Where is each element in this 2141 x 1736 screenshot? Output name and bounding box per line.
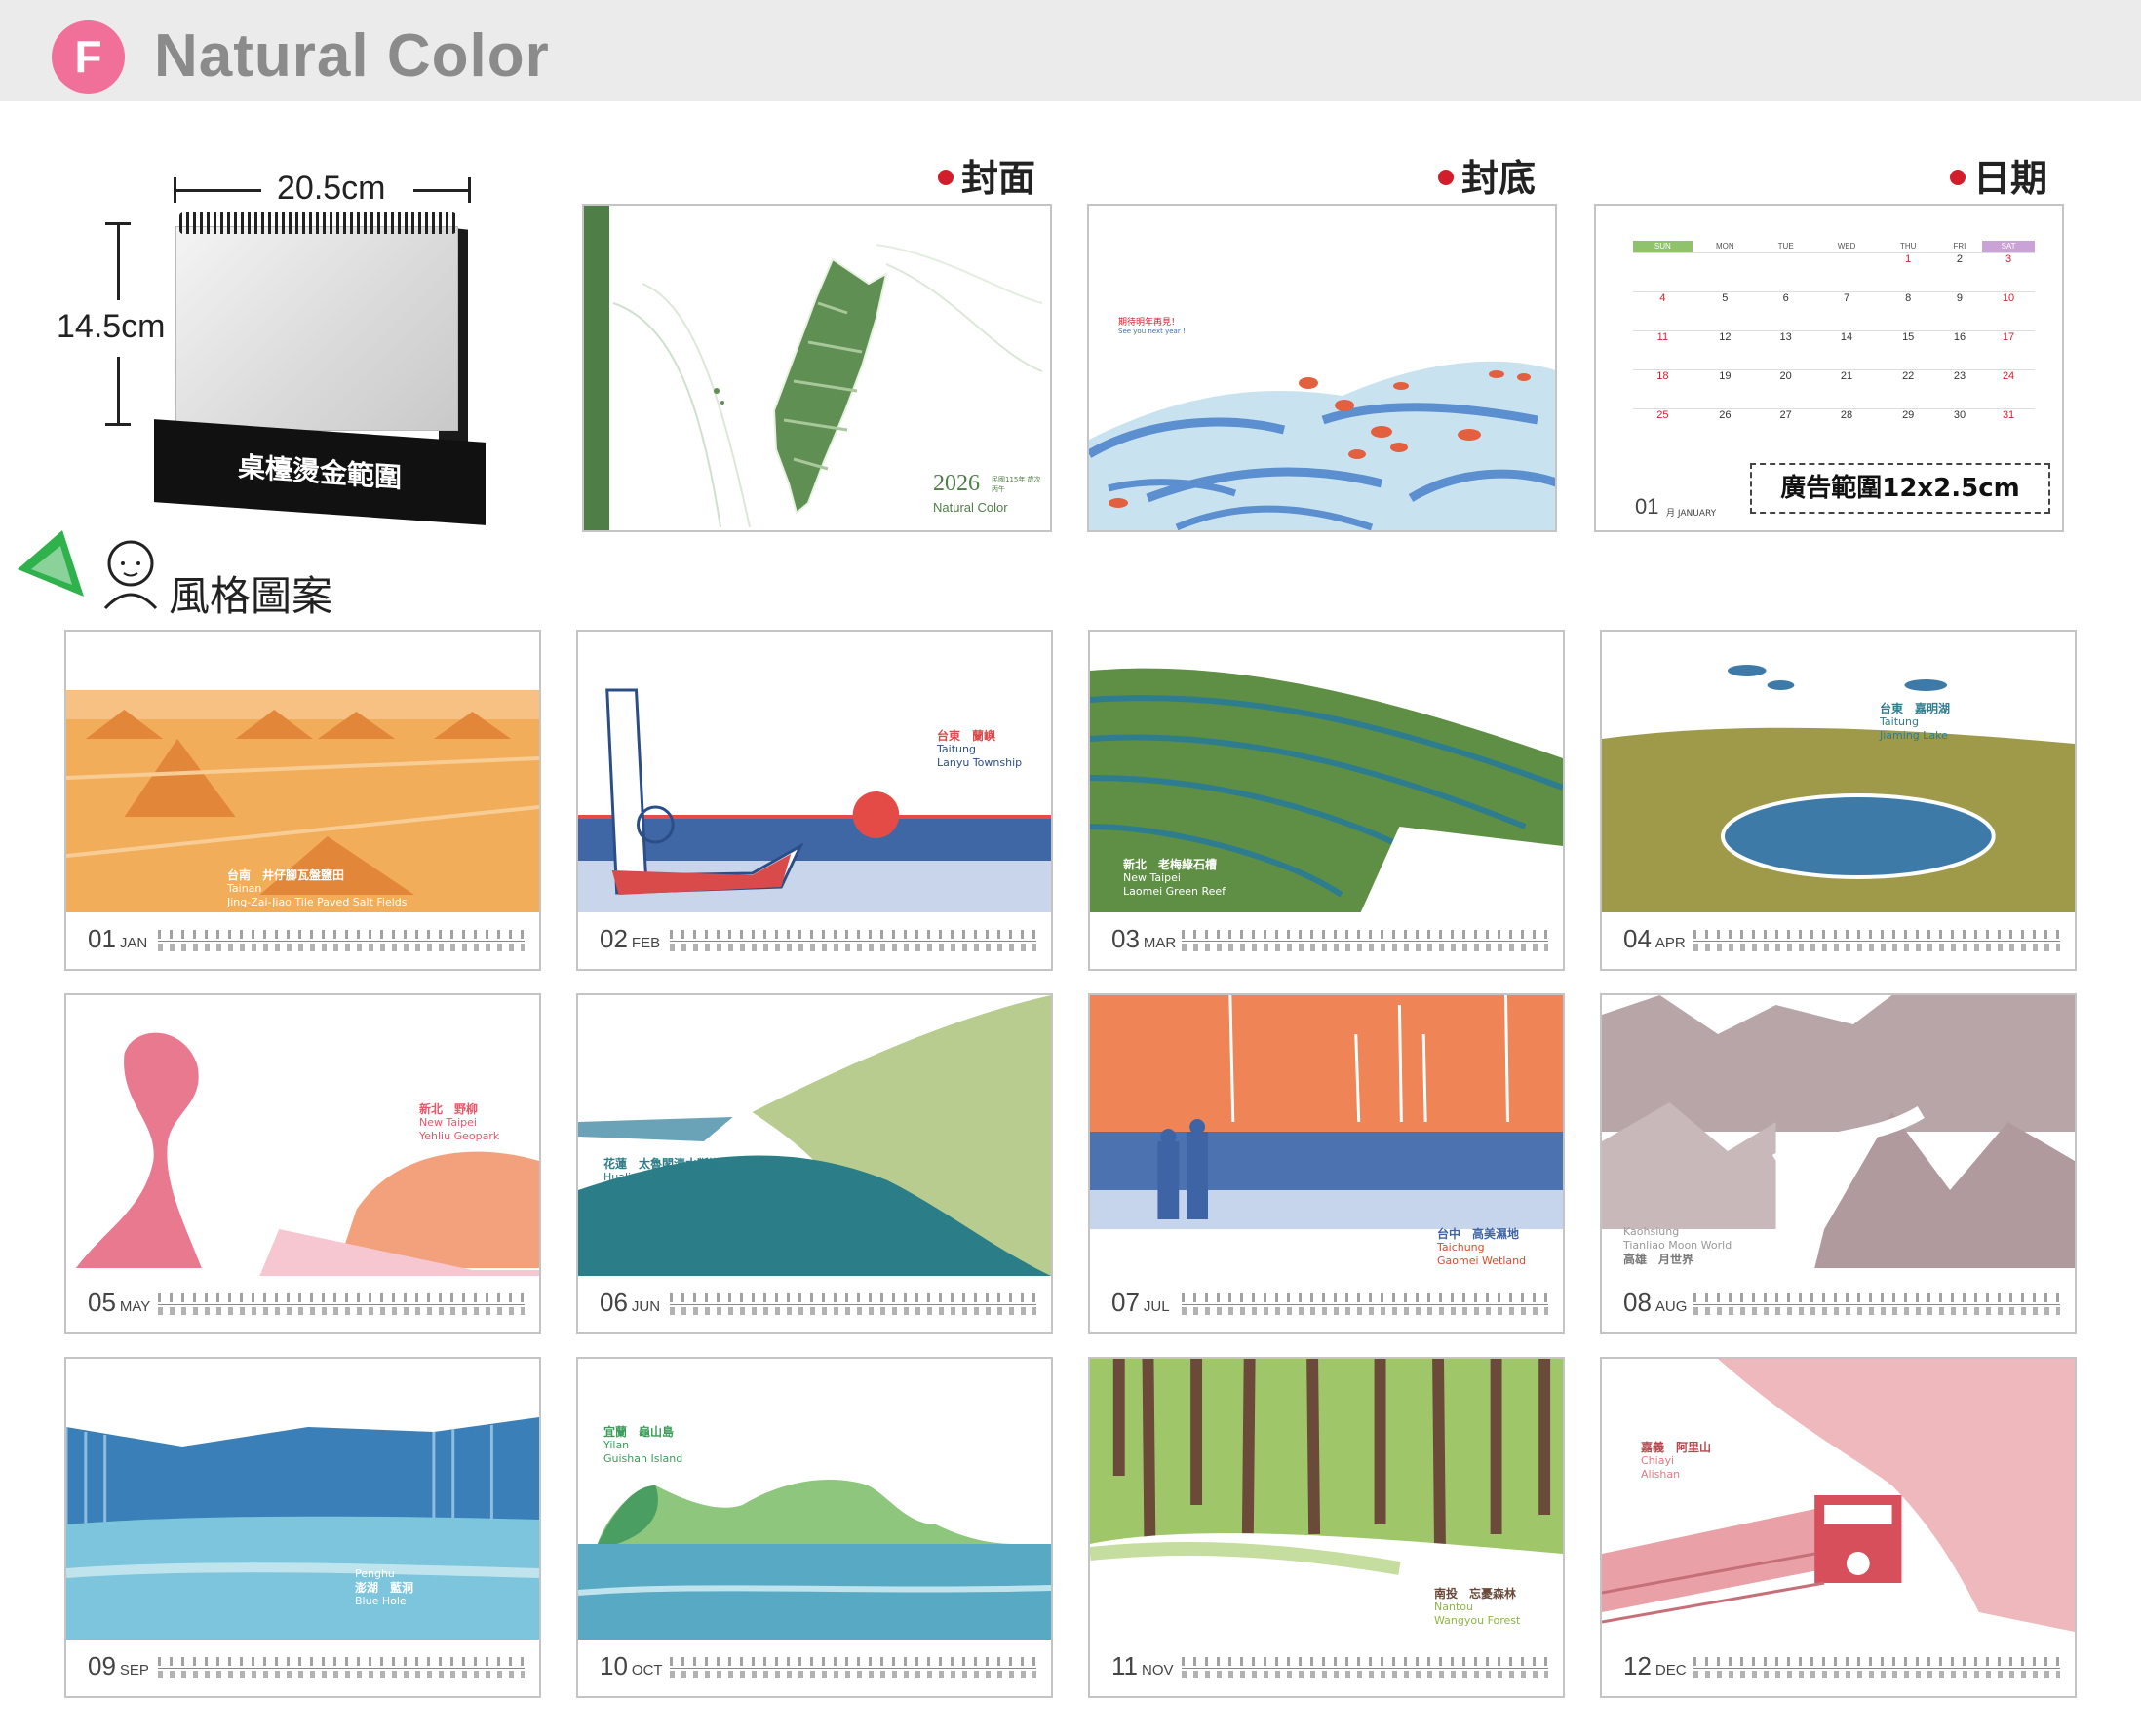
month-caption: 台東 嘉明湖 Taitung Jiaming Lake xyxy=(1880,702,1951,742)
month-caption: 台南 井仔腳瓦盤鹽田 Tainan Jing-Zai-Jiao Tile Paved… xyxy=(227,868,408,908)
month-card: 新北 野柳 New Taipei Yehliu Geopark 05 MAY xyxy=(64,993,541,1334)
guishan-island-art xyxy=(578,1359,1051,1640)
month-card: Kaohsiung Tianliao Moon World 高雄 月世界 08 AUG xyxy=(1600,993,2077,1334)
day-strip xyxy=(1693,930,2060,953)
ad-area-box: 廣告範圍12x2.5cm xyxy=(1750,463,2050,514)
month-card: Penghu 澎湖 藍洞 Blue Hole 09 SEP xyxy=(64,1357,541,1698)
month-caption: 花蓮 太魯閣清水斷崖 Hualien Qingshui Cliff xyxy=(603,1157,721,1197)
day-strip xyxy=(670,1293,1036,1317)
jiaming-lake-art xyxy=(1602,632,2075,912)
date-month-label: 月 JANUARY xyxy=(1666,509,1717,519)
month-card: 台東 嘉明湖 Taitung Jiaming Lake 04 APR xyxy=(1600,630,2077,971)
month-number: 02 FEB xyxy=(600,924,661,953)
month-card: 南投 忘憂森林 Nantou Wangyou Forest 11 NOV xyxy=(1088,1357,1565,1698)
desk-calendar-mockup: 桌檯燙金範圍 xyxy=(146,205,507,541)
bullet-icon xyxy=(1438,169,1454,185)
week-row: 25 26 27 28 29 30 31 xyxy=(1633,408,2035,447)
width-label: 20.5cm xyxy=(277,170,386,207)
page-title: Natural Color xyxy=(154,22,550,90)
month-number: 03 MAR xyxy=(1111,924,1177,953)
cover-brand: Natural Color xyxy=(933,500,1008,515)
month-card: 台東 蘭嶼 Taitung Lanyu Township 02 FEB xyxy=(576,630,1053,971)
day-strip xyxy=(670,1657,1036,1680)
month-number: 08 AUG xyxy=(1623,1288,1688,1317)
month-number: 09 SEP xyxy=(88,1651,149,1680)
month-card: 台中 高美濕地 Taichung Gaomei Wetland 07 JUL xyxy=(1088,993,1565,1334)
width-dimension: 20.5cm xyxy=(172,170,474,209)
week-row: 4 5 6 7 8 9 10 xyxy=(1633,291,2035,330)
month-number: 06 JUN xyxy=(600,1288,661,1317)
girl-icon xyxy=(103,540,158,610)
day-strip xyxy=(1182,930,1548,953)
category-badge: F xyxy=(52,20,125,94)
month-card: 台南 井仔腳瓦盤鹽田 Tainan Jing-Zai-Jiao Tile Paved… xyxy=(64,630,541,971)
bullet-icon xyxy=(1950,169,1966,185)
month-number: 01 JAN xyxy=(88,924,148,953)
month-card: 新北 老梅綠石槽 New Taipei Laomei Green Reef 03 MA… xyxy=(1088,630,1565,971)
month-caption: 新北 老梅綠石槽 New Taipei Laomei Green Reef xyxy=(1123,858,1226,898)
date-label: 日期 xyxy=(1950,148,2047,202)
sea-illustration xyxy=(1089,361,1555,530)
month-caption: Kaohsiung Tianliao Moon World 高雄 月世界 xyxy=(1623,1225,1732,1266)
month-caption: 宜蘭 龜山島 Yilan Guishan Island xyxy=(603,1425,683,1465)
week-row: 11 12 13 14 15 16 17 xyxy=(1633,330,2035,369)
bullet-icon xyxy=(938,169,954,185)
cover-year: 2026 xyxy=(933,471,980,496)
back-preview: 期待明年再見！ See you next year ! xyxy=(1087,204,1557,532)
cover-preview: 2026 民國115年 歲次丙午 Natural Color xyxy=(582,204,1052,532)
back-label: 封底 xyxy=(1438,148,1536,202)
alishan-train-art xyxy=(1602,1359,2075,1640)
date-preview: SUN MON TUE WED THU FRI SAT 123 4 5 6 7 8 9 10… xyxy=(1594,204,2064,532)
day-strip xyxy=(158,930,525,953)
header-band: F Natural Color xyxy=(0,0,2141,101)
easel-base-label: 桌檯燙金範圍 xyxy=(154,419,486,525)
cover-label: 封面 xyxy=(938,148,1035,202)
triangle-icon xyxy=(18,530,84,597)
taiwan-map xyxy=(612,244,1043,528)
date-month-num: 01 xyxy=(1635,494,1659,519)
easel-page xyxy=(175,226,458,431)
month-number: 12 DEC xyxy=(1623,1651,1687,1680)
day-strip xyxy=(1182,1657,1548,1680)
day-strip xyxy=(1693,1293,2060,1317)
day-strip xyxy=(1182,1293,1548,1317)
style-section-label: 風格圖案 xyxy=(169,572,333,620)
month-caption: 台東 蘭嶼 Taitung Lanyu Township xyxy=(937,729,1023,769)
month-caption: 新北 野柳 New Taipei Yehliu Geopark xyxy=(419,1102,500,1142)
spiral-binding xyxy=(179,212,456,234)
month-number: 05 MAY xyxy=(88,1288,151,1317)
month-card: 宜蘭 龜山島 Yilan Guishan Island 10 OCT xyxy=(576,1357,1053,1698)
month-caption: Penghu 澎湖 藍洞 Blue Hole xyxy=(355,1567,414,1607)
month-caption: 南投 忘憂森林 Nantou Wangyou Forest xyxy=(1434,1587,1521,1627)
weekday-row: SUN MON TUE WED THU FRI SAT xyxy=(1633,241,2035,252)
lanyu-boat-art xyxy=(578,632,1051,912)
blue-hole-art xyxy=(66,1359,539,1640)
month-caption: 嘉義 阿里山 Chiayi Alishan xyxy=(1641,1441,1712,1481)
day-strip xyxy=(158,1293,525,1317)
month-card: 嘉義 阿里山 Chiayi Alishan 12 DEC xyxy=(1600,1357,2077,1698)
week-row: 18 19 20 21 22 23 24 xyxy=(1633,369,2035,408)
day-strip xyxy=(1693,1657,2060,1680)
mini-calendar: SUN MON TUE WED THU FRI SAT 123 4 5 6 7 8 9 10… xyxy=(1633,241,2035,447)
month-caption: 台中 高美濕地 Taichung Gaomei Wetland xyxy=(1437,1227,1527,1267)
day-strip xyxy=(158,1657,525,1680)
day-strip xyxy=(670,930,1036,953)
month-number: 04 APR xyxy=(1623,924,1686,953)
month-number: 11 NOV xyxy=(1111,1651,1174,1680)
cover-roc: 民國115年 歲次丙午 xyxy=(992,476,1041,493)
month-number: 10 OCT xyxy=(600,1651,663,1680)
week-row: 123 xyxy=(1633,252,2035,291)
qingshui-cliff-art xyxy=(578,995,1051,1276)
month-card: 花蓮 太魯閣清水斷崖 Hualien Qingshui Cliff 06 JUN xyxy=(576,993,1053,1334)
month-number: 07 JUL xyxy=(1111,1288,1170,1317)
